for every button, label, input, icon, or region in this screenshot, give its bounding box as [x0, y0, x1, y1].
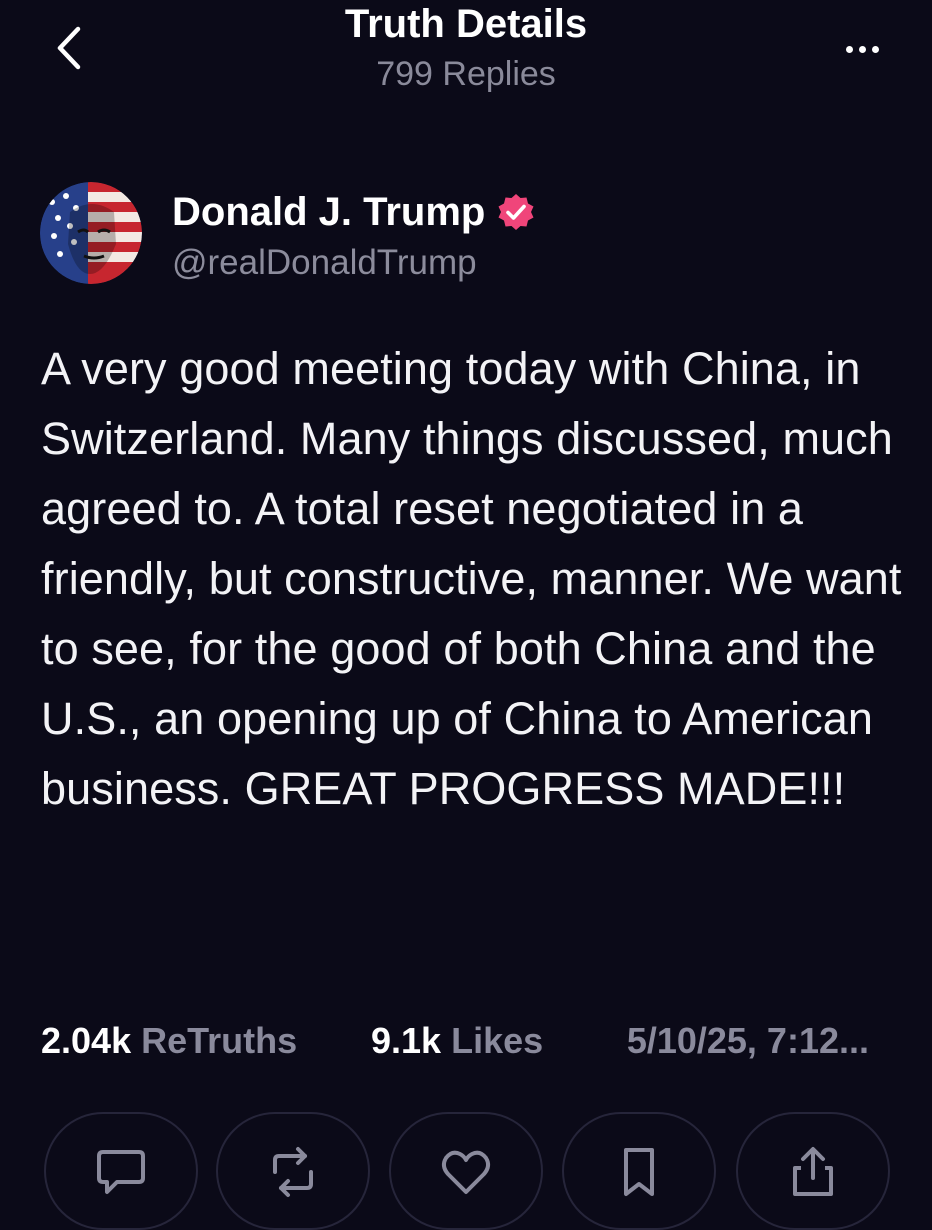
share-icon [793, 1147, 833, 1196]
bookmark-icon [624, 1148, 654, 1196]
more-options-button[interactable] [832, 24, 892, 74]
more-horizontal-icon [845, 45, 853, 53]
retruth-button[interactable] [216, 1112, 370, 1230]
author-name-row: Donald J. Trump [172, 184, 535, 240]
like-heart-icon [441, 1150, 491, 1194]
avatar[interactable] [40, 182, 142, 284]
bookmark-button[interactable] [562, 1112, 716, 1230]
reply-button[interactable] [44, 1112, 198, 1230]
page-title: Truth Details [344, 2, 588, 46]
more-dot [858, 45, 866, 53]
share-button[interactable] [736, 1112, 890, 1230]
post-author: Donald J. Trump @realDonaldTrump [40, 182, 892, 292]
reply-count: 799 Replies [376, 55, 556, 93]
flag-portrait-avatar-icon [40, 182, 142, 284]
retruths-label: ReTruths [141, 1020, 298, 1061]
post-text: A very good meeting today with China, in… [41, 343, 902, 814]
retruths-count: 2.04k [41, 1020, 132, 1061]
reply-icon [97, 1150, 145, 1194]
likes-stat[interactable]: 9.1k Likes [371, 1016, 543, 1066]
author-name[interactable]: Donald J. Trump [172, 184, 485, 240]
top-bar: Truth Details 799 Replies [0, 0, 932, 110]
post-stats: 2.04k ReTruths 9.1k Likes 5/10/25, 7:12.… [41, 1016, 901, 1066]
likes-count: 9.1k [371, 1020, 442, 1061]
like-button[interactable] [389, 1112, 543, 1230]
more-dot [871, 45, 879, 53]
likes-label: Likes [451, 1020, 544, 1061]
verified-badge-icon [498, 194, 534, 230]
retruth-icon [273, 1147, 313, 1197]
author-handle[interactable]: @realDonaldTrump [172, 240, 477, 286]
retruths-stat[interactable]: 2.04k ReTruths [41, 1016, 297, 1066]
action-bar [0, 1112, 932, 1230]
post-timestamp: 5/10/25, 7:12... [626, 1020, 869, 1061]
